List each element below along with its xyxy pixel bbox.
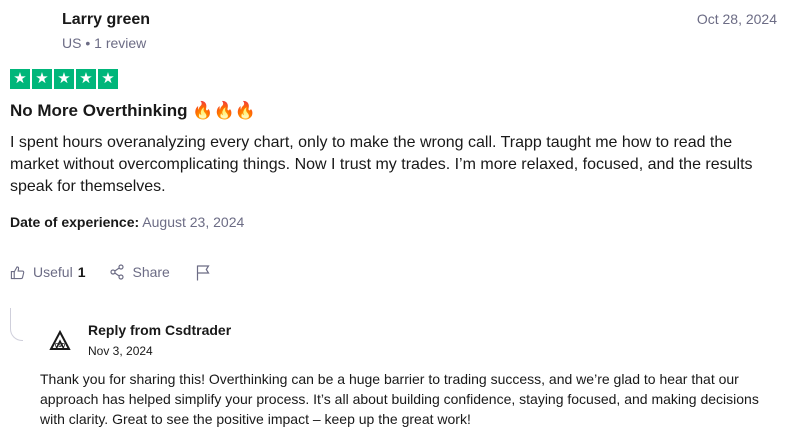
share-button[interactable]: Share [109, 264, 170, 280]
star-rating: ★ ★ ★ ★ ★ [10, 69, 118, 89]
review-title: No More Overthinking 🔥🔥🔥 [10, 101, 256, 121]
useful-button[interactable]: Useful 1 [10, 264, 85, 280]
company-logo: CSD [49, 329, 71, 352]
thumbs-up-icon [10, 265, 25, 280]
useful-count: 1 [77, 264, 86, 280]
reply-connector [10, 308, 23, 341]
star-icon: ★ [32, 69, 52, 89]
date-of-experience: Date of experience: August 23, 2024 [10, 214, 244, 230]
star-icon: ★ [98, 69, 118, 89]
star-icon: ★ [10, 69, 30, 89]
review-body: I spent hours overanalyzing every chart,… [10, 134, 753, 195]
review-actions: Useful 1 Share [10, 262, 210, 282]
reviewer-country: US [62, 35, 82, 51]
share-icon [109, 264, 125, 280]
reviewer-name[interactable]: Larry green [62, 11, 150, 29]
company-logo-text: CSD [55, 343, 66, 349]
experience-label: Date of experience: [10, 214, 140, 230]
flag-button[interactable] [196, 264, 210, 281]
reply-body: Thank you for sharing this! Overthinking… [40, 371, 759, 427]
reply-date: Nov 3, 2024 [88, 344, 153, 358]
useful-label: Useful [33, 264, 73, 280]
experience-date: August 23, 2024 [142, 214, 245, 230]
star-icon: ★ [76, 69, 96, 89]
reply-from: Reply from Csdtrader [88, 322, 232, 338]
reviewer-review-count: 1 review [94, 35, 147, 51]
meta-separator: • [85, 35, 95, 51]
star-icon: ★ [54, 69, 74, 89]
share-label: Share [132, 264, 170, 280]
review-date: Oct 28, 2024 [696, 11, 777, 27]
reviewer-meta: US • 1 review [62, 35, 146, 51]
review-title-text: No More Overthinking [10, 101, 188, 120]
fire-emoji: 🔥🔥🔥 [192, 101, 256, 120]
flag-icon [196, 264, 210, 281]
